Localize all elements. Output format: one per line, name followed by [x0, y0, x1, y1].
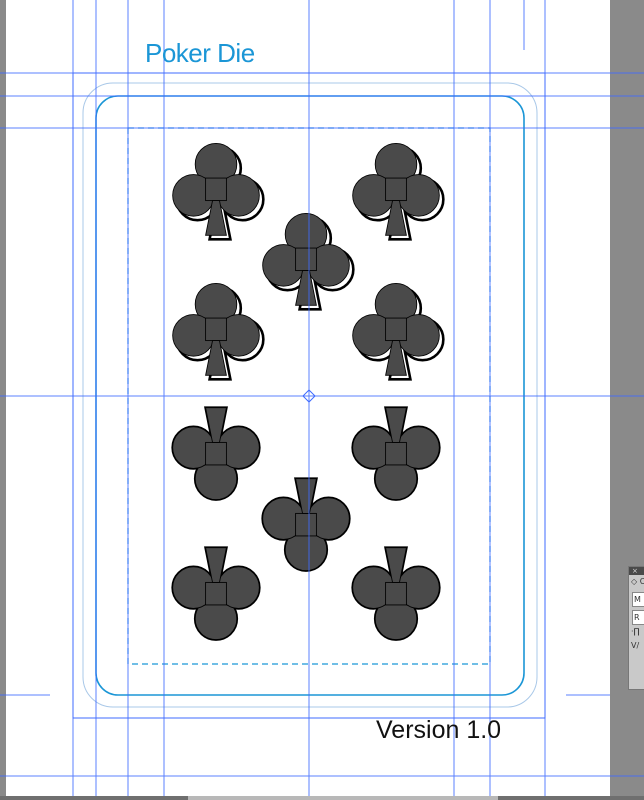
version-label: Version 1.0	[376, 716, 502, 744]
panel-field[interactable]: M	[632, 592, 644, 607]
panel-field[interactable]: R	[632, 610, 644, 625]
artwork-layer[interactable]	[0, 0, 644, 796]
panel-row[interactable]: ◇ C	[629, 575, 644, 589]
bleed-outline	[82, 82, 538, 708]
collapsed-panel[interactable]: × ◇ C M R ·∏ V/	[628, 566, 644, 690]
club-icon	[352, 142, 445, 241]
club-icon-inverted	[261, 477, 351, 572]
club-icon-inverted	[351, 406, 441, 501]
panel-row[interactable]: ·∏	[629, 625, 644, 639]
club-icon	[172, 282, 265, 381]
scrollbar-thumb[interactable]	[188, 796, 498, 800]
club-icon-inverted	[171, 546, 261, 641]
club-icon	[352, 282, 445, 381]
club-icon	[262, 212, 355, 311]
close-icon[interactable]: ×	[629, 567, 644, 575]
canvas-workspace[interactable]: Poker Die Version 1.0 × ◇ C M R ·∏ V/	[0, 0, 644, 800]
club-icon-inverted	[171, 406, 261, 501]
horizontal-scrollbar[interactable]	[0, 796, 644, 800]
page-title: Poker Die	[145, 38, 255, 68]
panel-row[interactable]: V/	[629, 639, 644, 653]
club-icon-inverted	[351, 546, 441, 641]
club-icon	[172, 142, 265, 241]
